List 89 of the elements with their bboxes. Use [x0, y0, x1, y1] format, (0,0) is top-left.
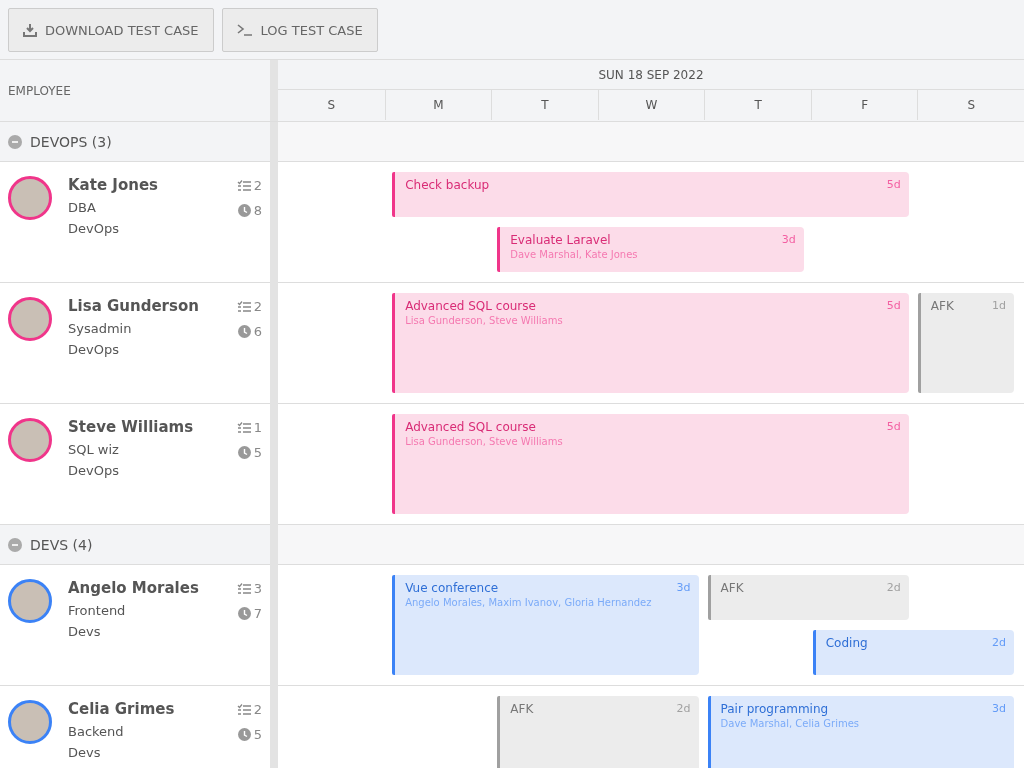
event-duration: 3d: [992, 702, 1006, 716]
day-header: S: [327, 98, 336, 112]
event-card[interactable]: AFK 2d: [707, 575, 909, 620]
event-attendees: Lisa Gunderson, Steve Williams: [405, 436, 564, 447]
hour-count: 8: [253, 203, 262, 218]
event-attendees: Lisa Gunderson, Steve Williams: [405, 315, 564, 326]
download-icon: [23, 23, 37, 37]
event-duration: 3d: [781, 233, 796, 247]
event-title: Advanced SQL course: [405, 299, 537, 313]
employee-team: DevOps: [68, 342, 120, 357]
employee-team: Devs: [68, 745, 102, 760]
event-duration: 1d: [992, 299, 1006, 313]
event-card[interactable]: Advanced SQL course 5d Lisa Gunderson, Steve Williams: [392, 414, 909, 514]
clock-icon: [237, 204, 251, 217]
event-title: Vue conference: [405, 581, 500, 595]
event-attendees: Dave Marshal, Celia Grimes: [720, 718, 861, 729]
event-duration: 5d: [886, 299, 901, 313]
event-duration: 2d: [992, 636, 1006, 650]
day-header: F: [861, 98, 869, 112]
day-header: M: [433, 98, 444, 112]
splitter-handle[interactable]: [270, 122, 278, 768]
event-title: Coding: [825, 636, 869, 650]
task-count: 1: [253, 420, 262, 435]
collapse-icon[interactable]: [8, 537, 22, 552]
toolbar-button[interactable]: LOG TEST CASE: [221, 8, 378, 52]
employee-role: Frontend: [68, 603, 127, 618]
hour-count: 5: [253, 727, 262, 742]
employee-role: SQL wiz: [68, 442, 120, 457]
event-attendees: Angelo Morales, Maxim Ivanov, Gloria Hernandez: [405, 597, 653, 608]
employee-name: Kate Jones: [68, 176, 159, 194]
clock-icon: [237, 325, 251, 338]
employee-name: Steve Williams: [68, 418, 195, 436]
column-header: EMPLOYEE: [8, 83, 71, 98]
terminal-icon: [236, 24, 253, 36]
employee-role: Backend: [68, 724, 125, 739]
clock-icon: [237, 728, 251, 741]
hour-count: 6: [253, 324, 262, 339]
event-card[interactable]: Evaluate Laravel 3d Dave Marshal, Kate Jones: [497, 227, 804, 272]
employee-team: DevOps: [68, 463, 120, 478]
event-title: AFK: [720, 581, 745, 595]
clock-icon: [237, 607, 251, 620]
event-title: AFK: [930, 299, 955, 313]
hour-count: 7: [253, 606, 262, 621]
employee-name: Angelo Morales: [68, 579, 200, 597]
employee-role: DBA: [68, 200, 97, 215]
day-header: W: [645, 98, 658, 112]
event-card[interactable]: Check backup 5d: [392, 172, 909, 217]
task-count: 2: [253, 299, 262, 314]
hour-count: 5: [253, 445, 262, 460]
toolbar-button[interactable]: DOWNLOAD TEST CASE: [8, 8, 214, 52]
checklist-icon: [236, 703, 251, 716]
group-title: DEVOPS (3): [30, 133, 112, 150]
event-card[interactable]: AFK 2d: [497, 696, 699, 768]
employee-name: Lisa Gunderson: [68, 297, 200, 315]
day-header: T: [754, 98, 762, 112]
clock-icon: [237, 446, 251, 459]
event-card[interactable]: AFK 1d: [917, 293, 1014, 393]
checklist-icon: [236, 179, 251, 192]
event-duration: 3d: [676, 581, 691, 595]
event-card[interactable]: Vue conference 3d Angelo Morales, Maxim Ivanov, Gloria Hernandez: [392, 575, 699, 675]
event-title: Pair programming: [720, 702, 830, 716]
event-card[interactable]: Coding 2d: [812, 630, 1014, 675]
task-count: 3: [253, 581, 262, 596]
event-card[interactable]: Pair programming 3d Dave Marshal, Celia Grimes: [707, 696, 1014, 768]
task-count: 2: [253, 702, 262, 717]
event-title: Evaluate Laravel: [510, 233, 612, 247]
event-attendees: Dave Marshal, Kate Jones: [510, 249, 639, 260]
event-duration: 2d: [886, 581, 901, 595]
event-title: Check backup: [405, 178, 491, 192]
checklist-icon: [236, 582, 251, 595]
day-header: S: [967, 98, 975, 112]
event-duration: 2d: [676, 702, 691, 716]
employee-role: Sysadmin: [68, 321, 133, 336]
employee-name: Celia Grimes: [68, 700, 176, 718]
employee-team: DevOps: [68, 221, 120, 236]
splitter-handle[interactable]: [270, 60, 278, 121]
day-header: T: [541, 98, 549, 112]
checklist-icon: [236, 421, 251, 434]
date-header: SUN 18 SEP 2022: [598, 67, 704, 82]
event-card[interactable]: Advanced SQL course 5d Lisa Gunderson, Steve Williams: [392, 293, 909, 393]
task-count: 2: [253, 178, 262, 193]
collapse-icon[interactable]: [8, 134, 22, 149]
event-duration: 5d: [886, 420, 901, 434]
checklist-icon: [236, 300, 251, 313]
group-title: DEVS (4): [30, 536, 93, 553]
event-duration: 5d: [886, 178, 901, 192]
event-title: AFK: [510, 702, 535, 716]
event-title: Advanced SQL course: [405, 420, 537, 434]
employee-team: Devs: [68, 624, 102, 639]
